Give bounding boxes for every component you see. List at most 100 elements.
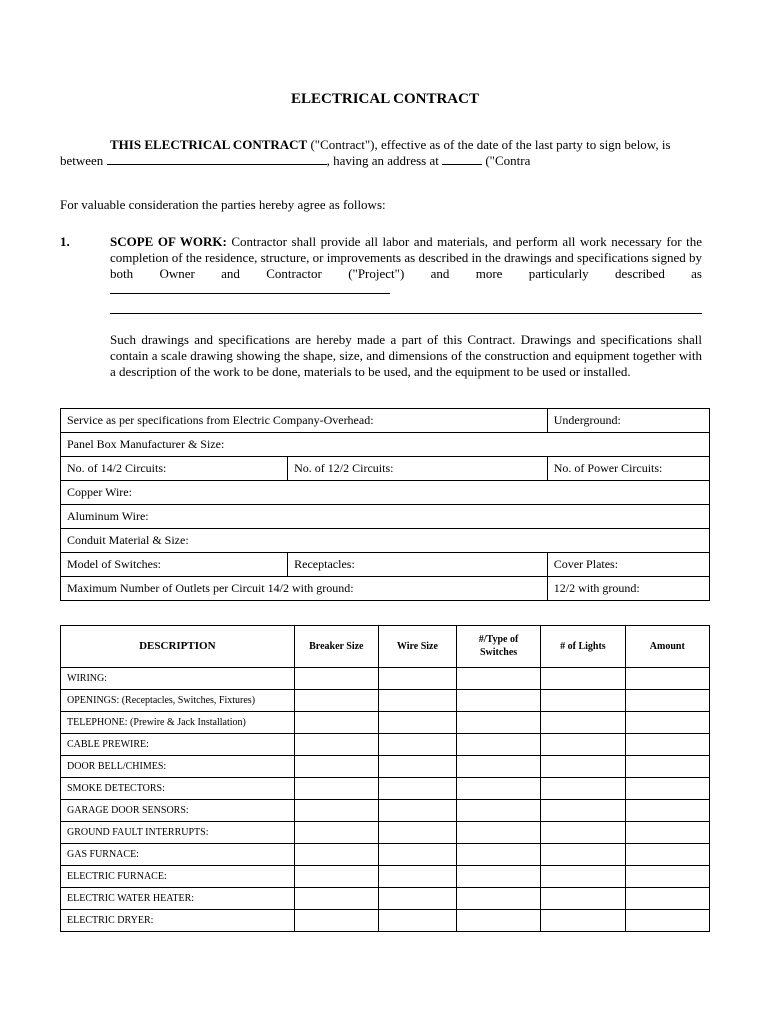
table-row: SMOKE DETECTORS: <box>61 778 710 800</box>
intro-text-3: ("Contra <box>482 153 530 168</box>
spec-aluminum: Aluminum Wire: <box>61 505 710 529</box>
row-cell <box>294 690 378 712</box>
row-cell <box>379 712 457 734</box>
row-cell <box>379 800 457 822</box>
intro-paragraph: THIS ELECTRICAL CONTRACT ("Contract"), e… <box>60 137 710 170</box>
intro-lead: THIS ELECTRICAL CONTRACT <box>110 137 307 152</box>
table-row: ELECTRIC DRYER: <box>61 910 710 932</box>
row-cell <box>456 822 540 844</box>
row-cell <box>294 712 378 734</box>
row-cell <box>541 910 625 932</box>
consideration-text: For valuable consideration the parties h… <box>60 197 710 213</box>
row-cell <box>625 822 709 844</box>
row-label: TELEPHONE: (Prewire & Jack Installation) <box>61 712 295 734</box>
row-label: GARAGE DOOR SENSORS: <box>61 800 295 822</box>
row-cell <box>379 734 457 756</box>
th-lights: # of Lights <box>541 626 625 668</box>
row-cell <box>456 888 540 910</box>
row-cell <box>379 910 457 932</box>
table-row: WIRING: <box>61 668 710 690</box>
table-row: TELEPHONE: (Prewire & Jack Installation) <box>61 712 710 734</box>
row-cell <box>541 822 625 844</box>
table-row: ELECTRIC FURNACE: <box>61 866 710 888</box>
blank-address <box>442 164 482 165</box>
row-cell <box>541 712 625 734</box>
row-cell <box>379 756 457 778</box>
spec-max-outlets: Maximum Number of Outlets per Circuit 14… <box>61 577 548 601</box>
row-cell <box>541 756 625 778</box>
section-number: 1. <box>60 234 110 314</box>
row-cell <box>625 668 709 690</box>
spec-142: No. of 14/2 Circuits: <box>61 457 288 481</box>
th-switches: #/Type of Switches <box>456 626 540 668</box>
row-cell <box>625 800 709 822</box>
section-heading: SCOPE OF WORK: <box>110 234 227 249</box>
description-table: DESCRIPTION Breaker Size Wire Size #/Typ… <box>60 625 710 932</box>
table-row: ELECTRIC WATER HEATER: <box>61 888 710 910</box>
row-cell <box>625 712 709 734</box>
row-label: GAS FURNACE: <box>61 844 295 866</box>
row-label: WIRING: <box>61 668 295 690</box>
table-row: GROUND FAULT INTERRUPTS: <box>61 822 710 844</box>
spec-table: Service as per specifications from Elect… <box>60 408 710 601</box>
row-cell <box>294 844 378 866</box>
row-cell <box>456 734 540 756</box>
row-cell <box>541 668 625 690</box>
row-cell <box>379 888 457 910</box>
spec-122: No. of 12/2 Circuits: <box>288 457 548 481</box>
table-row: OPENINGS: (Receptacles, Switches, Fixtur… <box>61 690 710 712</box>
table-row: DOOR BELL/CHIMES: <box>61 756 710 778</box>
row-cell <box>294 734 378 756</box>
row-cell <box>456 756 540 778</box>
row-cell <box>625 888 709 910</box>
row-cell <box>456 844 540 866</box>
row-label: ELECTRIC FURNACE: <box>61 866 295 888</box>
paragraph-2: Such drawings and specifications are her… <box>110 332 710 381</box>
spec-power: No. of Power Circuits: <box>547 457 709 481</box>
row-label: DOOR BELL/CHIMES: <box>61 756 295 778</box>
row-cell <box>625 690 709 712</box>
row-cell <box>294 778 378 800</box>
row-cell <box>541 866 625 888</box>
th-wire: Wire Size <box>379 626 457 668</box>
row-cell <box>379 822 457 844</box>
blank-description <box>110 293 390 294</box>
row-cell <box>541 778 625 800</box>
document-title: ELECTRICAL CONTRACT <box>60 90 710 109</box>
row-cell <box>541 888 625 910</box>
row-cell <box>456 910 540 932</box>
spec-copper: Copper Wire: <box>61 481 710 505</box>
table-row: GAS FURNACE: <box>61 844 710 866</box>
row-cell <box>456 866 540 888</box>
spec-underground: Underground: <box>547 409 709 433</box>
row-cell <box>541 800 625 822</box>
row-cell <box>294 866 378 888</box>
spec-service: Service as per specifications from Elect… <box>61 409 548 433</box>
row-label: OPENINGS: (Receptacles, Switches, Fixtur… <box>61 690 295 712</box>
row-cell <box>625 734 709 756</box>
th-description: DESCRIPTION <box>61 626 295 668</box>
spec-122-ground: 12/2 with ground: <box>547 577 709 601</box>
row-label: SMOKE DETECTORS: <box>61 778 295 800</box>
row-cell <box>456 668 540 690</box>
section-1: 1. SCOPE OF WORK: Contractor shall provi… <box>60 234 710 314</box>
blank-party <box>107 164 327 165</box>
row-cell <box>625 910 709 932</box>
spec-conduit: Conduit Material & Size: <box>61 529 710 553</box>
row-cell <box>625 756 709 778</box>
th-amount: Amount <box>625 626 709 668</box>
table-row: GARAGE DOOR SENSORS: <box>61 800 710 822</box>
row-cell <box>294 822 378 844</box>
row-cell <box>541 690 625 712</box>
row-cell <box>456 712 540 734</box>
row-label: ELECTRIC WATER HEATER: <box>61 888 295 910</box>
row-cell <box>541 844 625 866</box>
spec-receptacles: Receptacles: <box>288 553 548 577</box>
row-label: GROUND FAULT INTERRUPTS: <box>61 822 295 844</box>
row-cell <box>294 888 378 910</box>
row-cell <box>625 778 709 800</box>
row-cell <box>379 866 457 888</box>
spec-cover: Cover Plates: <box>547 553 709 577</box>
row-label: CABLE PREWIRE: <box>61 734 295 756</box>
table-row: CABLE PREWIRE: <box>61 734 710 756</box>
